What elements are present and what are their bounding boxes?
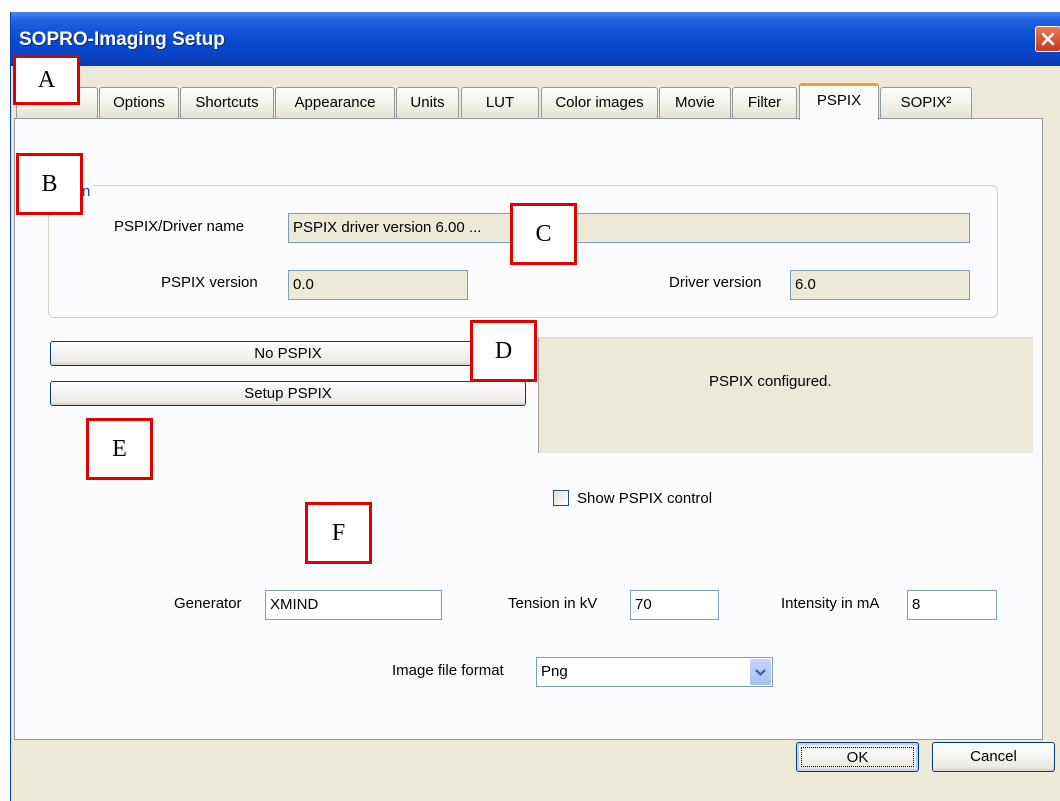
image-format-select[interactable]: Png xyxy=(536,657,773,687)
generator-input[interactable]: XMIND xyxy=(265,590,442,620)
tab-pspix[interactable]: PSPIX xyxy=(799,83,879,120)
tab-filter[interactable]: Filter xyxy=(732,87,797,119)
annotation-e: E xyxy=(86,418,153,480)
setup-dialog: SOPRO-Imaging Setup Options Shortcuts Ap… xyxy=(10,12,1060,801)
pspix-version-field[interactable]: 0.0 xyxy=(288,270,468,300)
driver-name-label: PSPIX/Driver name xyxy=(114,218,245,235)
annotation-a: A xyxy=(13,55,80,105)
intensity-input[interactable]: 8 xyxy=(907,590,997,620)
tab-sopix2[interactable]: SOPIX² xyxy=(880,87,972,119)
driver-name-field[interactable]: PSPIX driver version 6.00 ... xyxy=(288,213,970,243)
annotation-b: B xyxy=(16,153,83,215)
show-pspix-control-checkbox[interactable] xyxy=(553,490,569,506)
tension-input[interactable]: 70 xyxy=(630,590,719,620)
tab-shortcuts[interactable]: Shortcuts xyxy=(180,87,274,119)
generator-label: Generator xyxy=(174,595,242,612)
show-pspix-control-label: Show PSPIX control xyxy=(577,490,713,507)
pspix-version-label: PSPIX version xyxy=(161,274,258,291)
tab-lut[interactable]: LUT xyxy=(461,87,539,119)
tab-units[interactable]: Units xyxy=(396,87,459,119)
chevron-down-icon[interactable] xyxy=(750,659,771,685)
tab-appearance[interactable]: Appearance xyxy=(275,87,395,119)
status-panel: PSPIX configured. xyxy=(538,337,1033,453)
tab-movie[interactable]: Movie xyxy=(659,87,731,119)
tab-options[interactable]: Options xyxy=(99,87,179,119)
status-message: PSPIX configured. xyxy=(709,373,832,390)
intensity-label: Intensity in mA xyxy=(781,595,880,612)
cancel-button[interactable]: Cancel xyxy=(932,742,1055,772)
ok-button[interactable]: OK xyxy=(796,742,919,772)
setup-pspix-button[interactable]: Setup PSPIX xyxy=(50,381,526,406)
annotation-f: F xyxy=(305,502,372,564)
annotation-c: C xyxy=(510,203,577,265)
tab-color-images[interactable]: Color images xyxy=(541,87,658,119)
no-pspix-button[interactable]: No PSPIX xyxy=(50,341,526,366)
tension-label: Tension in kV xyxy=(508,595,598,612)
title-bar[interactable]: SOPRO-Imaging Setup xyxy=(11,12,1060,66)
image-format-value: Png xyxy=(541,663,568,680)
window-title: SOPRO-Imaging Setup xyxy=(19,29,225,50)
annotation-d: D xyxy=(470,320,537,382)
close-button[interactable] xyxy=(1035,26,1060,52)
driver-version-label: Driver version xyxy=(669,274,762,291)
ok-button-label: OK xyxy=(801,747,914,767)
image-format-label: Image file format xyxy=(392,662,504,679)
driver-version-field[interactable]: 6.0 xyxy=(790,270,970,300)
